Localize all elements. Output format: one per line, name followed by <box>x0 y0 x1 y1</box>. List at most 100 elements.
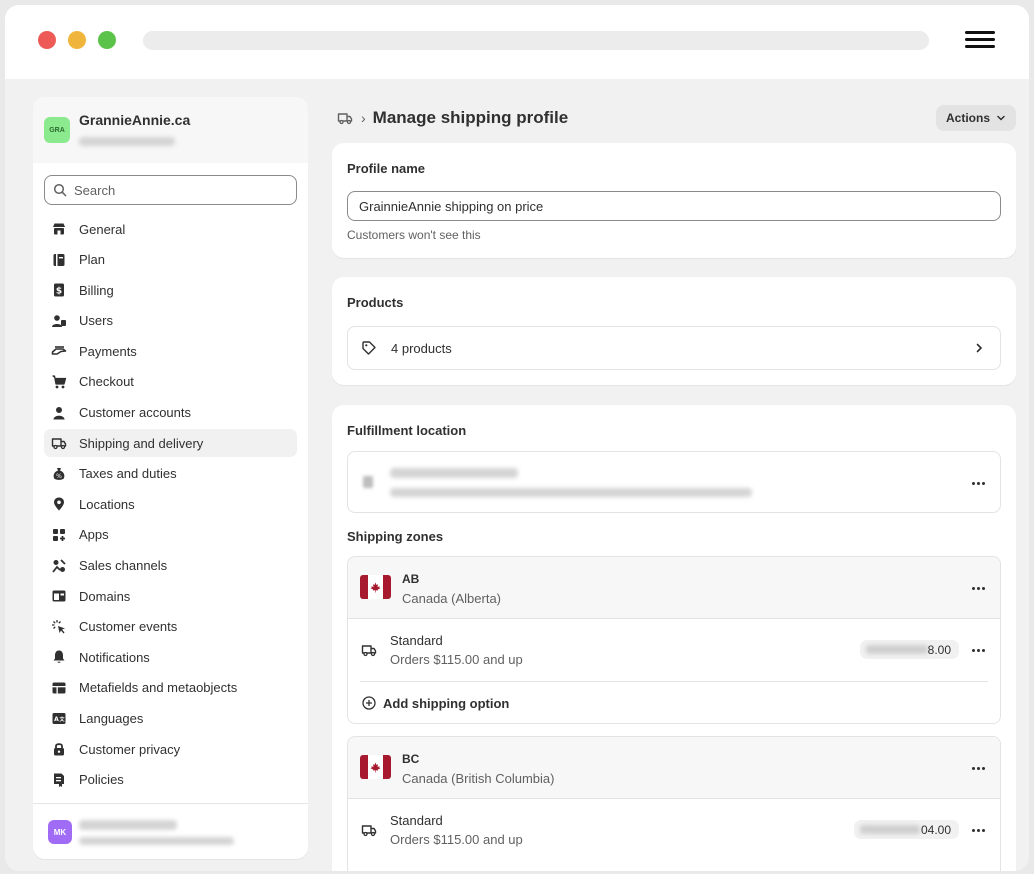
search-input[interactable] <box>74 181 284 199</box>
sidebar-item-languages[interactable]: A文 Languages <box>44 705 297 733</box>
sidebar-item-locations[interactable]: Locations <box>44 490 297 518</box>
chevron-right-icon: › <box>361 110 366 126</box>
sidebar-item-taxes-and-duties[interactable]: % Taxes and duties <box>44 460 297 488</box>
more-options-icon[interactable] <box>967 473 989 493</box>
store-url-redacted <box>79 137 175 146</box>
sidebar-item-plan[interactable]: Plan <box>44 246 297 274</box>
truck-icon[interactable] <box>337 110 353 126</box>
sidebar-item-billing[interactable]: $ Billing <box>44 276 297 304</box>
user-account[interactable]: MK <box>33 803 308 859</box>
price-redacted <box>866 645 928 654</box>
menu-icon[interactable] <box>965 31 995 49</box>
sidebar-item-label: Plan <box>79 252 106 268</box>
profile-name-card: Profile name Customers won't see this <box>332 143 1016 258</box>
apps-icon <box>53 528 65 541</box>
user-name-redacted <box>79 820 177 830</box>
rate-price-visible: 04.00 <box>920 822 951 837</box>
user-email-redacted <box>79 837 234 845</box>
sidebar-item-payments[interactable]: Payments <box>44 337 297 365</box>
sidebar-item-users[interactable]: Users <box>44 307 297 335</box>
more-options-icon[interactable] <box>967 578 989 598</box>
metafields-icon <box>52 682 66 694</box>
channels-icon <box>52 558 66 573</box>
sidebar-item-notifications[interactable]: Notifications <box>44 643 297 671</box>
sidebar-item-label: Locations <box>79 496 135 512</box>
more-options-icon[interactable] <box>967 758 989 778</box>
maximize-window-button[interactable] <box>98 31 116 49</box>
products-row[interactable]: 4 products <box>347 326 1001 370</box>
cursor-icon <box>52 619 65 634</box>
sidebar-item-metafields-and-metaobjects[interactable]: Metafields and metaobjects <box>44 674 297 702</box>
svg-text:A: A <box>54 716 59 723</box>
rate-price: 04.00 <box>854 820 959 839</box>
rate-name: Standard <box>390 813 443 828</box>
rate-name: Standard <box>390 633 443 648</box>
sidebar-item-sales-channels[interactable]: Sales channels <box>44 552 297 580</box>
canada-flag-icon <box>360 755 391 779</box>
shipping-rate-row: Standard Orders $115.00 and up 04.00 <box>348 799 1000 861</box>
close-window-button[interactable] <box>38 31 56 49</box>
store-switcher[interactable]: GRA GrannieAnnie.ca <box>33 97 308 163</box>
plan-icon <box>53 253 65 266</box>
more-options-icon[interactable] <box>967 820 989 840</box>
payments-icon <box>51 346 67 356</box>
sidebar-item-policies[interactable]: Policies <box>44 766 297 794</box>
svg-text:$: $ <box>56 287 62 297</box>
settings-sidebar: GRA GrannieAnnie.ca General Plan $ Billi… <box>33 97 308 859</box>
sidebar-item-label: General <box>79 221 126 237</box>
chevron-down-icon <box>997 115 1005 121</box>
cart-icon <box>52 375 67 389</box>
users-icon <box>52 314 66 327</box>
sidebar-item-shipping-and-delivery[interactable]: Shipping and delivery <box>44 429 297 458</box>
sidebar-item-label: Policies <box>79 772 124 788</box>
tax-icon: % <box>53 467 65 480</box>
zone-header: AB Canada (Alberta) <box>348 557 1000 619</box>
card-title: Products <box>347 295 404 310</box>
sidebar-item-label: Taxes and duties <box>79 466 177 482</box>
zone-code: AB <box>402 572 420 586</box>
search-box[interactable] <box>44 175 297 205</box>
rate-condition: Orders $115.00 and up <box>390 832 523 847</box>
location-address-redacted <box>390 488 752 497</box>
rate-price: 8.00 <box>860 640 959 659</box>
truck-icon <box>51 438 67 450</box>
actions-button[interactable]: Actions <box>936 105 1016 131</box>
profile-name-input[interactable] <box>347 191 1001 221</box>
zone-header: BC Canada (British Columbia) <box>348 737 1000 799</box>
zone-name: Canada (Alberta) <box>402 591 501 606</box>
location-icon <box>54 497 64 511</box>
sidebar-item-domains[interactable]: Domains <box>44 582 297 610</box>
tag-icon <box>362 341 376 355</box>
products-count: 4 products <box>391 340 452 356</box>
settings-nav: General Plan $ Billing Users Payments Ch… <box>44 215 297 796</box>
svg-text:%: % <box>56 473 62 480</box>
sidebar-item-label: Billing <box>79 282 114 298</box>
add-shipping-option-button[interactable]: Add shipping option <box>360 681 988 723</box>
sidebar-item-checkout[interactable]: Checkout <box>44 368 297 396</box>
sidebar-item-label: Domains <box>79 588 131 604</box>
address-bar[interactable] <box>143 31 929 50</box>
sidebar-item-label: Customer events <box>79 619 178 635</box>
sidebar-item-label: Customer privacy <box>79 741 181 757</box>
truck-icon <box>361 645 377 657</box>
plus-circle-icon <box>362 696 376 710</box>
lock-icon <box>54 743 64 756</box>
sidebar-item-customer-privacy[interactable]: Customer privacy <box>44 735 297 763</box>
sidebar-item-customer-accounts[interactable]: Customer accounts <box>44 399 297 427</box>
rate-condition: Orders $115.00 and up <box>390 652 523 667</box>
rate-price-visible: 8.00 <box>927 642 951 657</box>
sidebar-item-apps[interactable]: Apps <box>44 521 297 549</box>
help-text: Customers won't see this <box>347 228 481 242</box>
sidebar-item-general[interactable]: General <box>44 215 297 243</box>
sidebar-item-label: Shipping and delivery <box>79 435 204 451</box>
card-title: Fulfillment location <box>347 423 467 438</box>
more-options-icon[interactable] <box>967 640 989 660</box>
minimize-window-button[interactable] <box>68 31 86 49</box>
chevron-right-icon <box>976 343 983 353</box>
add-shipping-option-label: Add shipping option <box>383 696 510 711</box>
shipping-zones-title: Shipping zones <box>347 529 444 544</box>
billing-icon: $ <box>54 283 64 297</box>
browser-window: GRA GrannieAnnie.ca General Plan $ Billi… <box>5 5 1029 871</box>
sidebar-item-label: Users <box>79 313 113 329</box>
sidebar-item-customer-events[interactable]: Customer events <box>44 613 297 641</box>
